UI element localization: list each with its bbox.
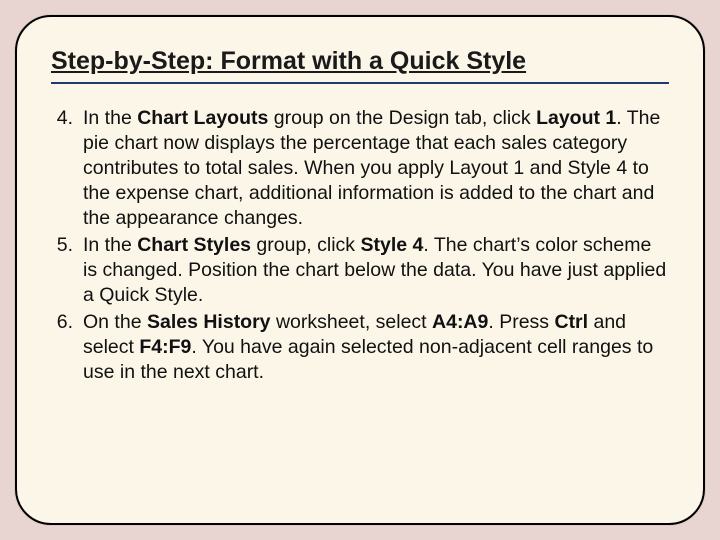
bold-text: Chart Layouts [137, 107, 268, 129]
bold-text: F4:F9 [139, 336, 191, 358]
steps-list: 4.In the Chart Layouts group on the Desi… [51, 106, 669, 384]
bold-text: Chart Styles [137, 234, 251, 256]
bold-text: A4:A9 [432, 311, 488, 333]
slide-card: Step-by-Step: Format with a Quick Style … [15, 15, 705, 525]
bold-text: Ctrl [554, 311, 588, 333]
text-run: group, click [251, 234, 360, 256]
step-item: 6.On the Sales History worksheet, select… [51, 310, 669, 385]
step-number: 5. [51, 233, 83, 308]
step-body: In the Chart Layouts group on the Design… [83, 106, 669, 231]
step-item: 4.In the Chart Layouts group on the Desi… [51, 106, 669, 231]
step-number: 4. [51, 106, 83, 231]
text-run: worksheet, select [271, 311, 432, 333]
bold-text: Style 4 [360, 234, 423, 256]
bold-text: Sales History [147, 311, 271, 333]
text-run: In the [83, 107, 137, 129]
step-item: 5.In the Chart Styles group, click Style… [51, 233, 669, 308]
slide-title: Step-by-Step: Format with a Quick Style [51, 47, 669, 84]
step-number: 6. [51, 310, 83, 385]
text-run: group on the Design tab, click [268, 107, 536, 129]
text-run: . Press [488, 311, 554, 333]
bold-text: Layout 1 [536, 107, 616, 129]
step-body: On the Sales History worksheet, select A… [83, 310, 669, 385]
step-body: In the Chart Styles group, click Style 4… [83, 233, 669, 308]
text-run: In the [83, 234, 137, 256]
text-run: On the [83, 311, 147, 333]
